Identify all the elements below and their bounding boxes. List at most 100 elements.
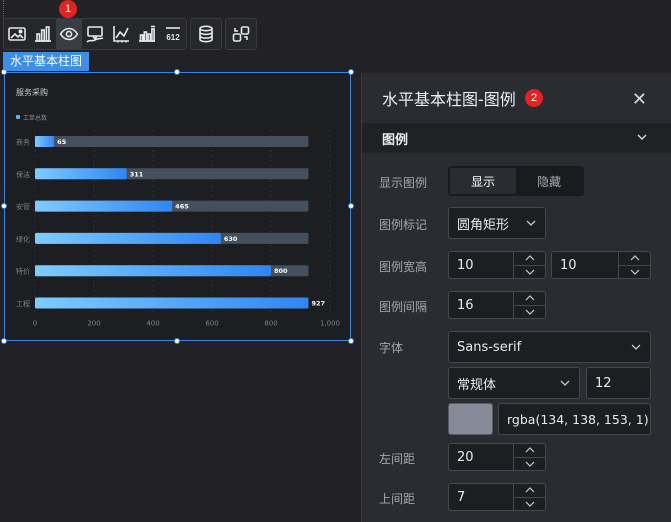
top-margin-stepper bbox=[513, 484, 545, 510]
bar bbox=[35, 297, 309, 309]
close-icon[interactable]: ✕ bbox=[632, 89, 647, 110]
show-legend-label: 显示图例 bbox=[379, 176, 428, 190]
chevron-down-icon[interactable] bbox=[514, 306, 545, 319]
bar bbox=[35, 168, 127, 180]
resize-handle-r[interactable] bbox=[348, 203, 354, 209]
chevron-down-icon bbox=[637, 134, 647, 140]
number-format-icon[interactable]: 612 bbox=[160, 19, 186, 49]
font-family-select[interactable]: Sans-serif bbox=[448, 331, 651, 363]
bar bbox=[35, 136, 55, 147]
legend-height-value: 10 bbox=[560, 257, 577, 273]
toolbar-group-interaction bbox=[225, 18, 257, 50]
chevron-down-icon bbox=[631, 344, 641, 350]
eye-icon[interactable] bbox=[56, 19, 82, 49]
resize-handle-l[interactable] bbox=[1, 203, 7, 209]
number-icon-text: 612 bbox=[166, 33, 180, 42]
chevron-up-icon[interactable] bbox=[514, 484, 545, 498]
legend-height-stepper bbox=[618, 252, 650, 278]
font-color-input[interactable]: rgba(134, 138, 153, 1) bbox=[498, 403, 651, 435]
axis-icon[interactable] bbox=[108, 19, 134, 49]
legend-height-input[interactable]: 10 bbox=[551, 251, 651, 279]
data-label-icon[interactable] bbox=[134, 19, 160, 49]
bar bbox=[35, 265, 271, 277]
resize-handle-t[interactable] bbox=[174, 69, 180, 75]
legend-size-label: 图例宽高 bbox=[379, 260, 428, 274]
chevron-down-icon[interactable] bbox=[619, 266, 650, 279]
toolbar-group-main: 612 bbox=[3, 18, 187, 50]
bar bbox=[35, 232, 221, 244]
left-margin-row: 左间距 20 bbox=[362, 443, 671, 471]
legend-gap-input[interactable]: 16 bbox=[448, 291, 546, 319]
resize-handle-br[interactable] bbox=[348, 338, 354, 344]
left-margin-input[interactable]: 20 bbox=[448, 443, 546, 471]
font-color-value: rgba(134, 138, 153, 1) bbox=[507, 411, 649, 427]
dotted-guide-line bbox=[3, 0, 4, 20]
legend-marker-row: 图例标记 圆角矩形 bbox=[362, 207, 671, 239]
tooltip-icon[interactable] bbox=[82, 19, 108, 49]
database-icon[interactable] bbox=[191, 19, 221, 49]
bar-chart-icon[interactable] bbox=[30, 19, 56, 49]
bar-value-label: 65 bbox=[57, 138, 67, 146]
font-size-value: 12 bbox=[595, 375, 612, 391]
resize-handle-bl[interactable] bbox=[1, 338, 7, 344]
image-icon[interactable] bbox=[4, 19, 30, 49]
bar-track bbox=[35, 136, 309, 147]
component-toolbar: 612 bbox=[3, 18, 257, 50]
chevron-down-icon[interactable] bbox=[514, 498, 545, 511]
bar-value-label: 630 bbox=[224, 235, 238, 243]
bar-value-label: 927 bbox=[311, 300, 325, 308]
legend-settings-panel: 水平基本柱图-图例 2 ✕ 图例 显示图例 显示 隐藏 图例标记 圆角矩形 图例… bbox=[361, 73, 671, 522]
legend-marker-select[interactable]: 圆角矩形 bbox=[448, 207, 546, 239]
legend-section-header[interactable]: 图例 bbox=[362, 123, 671, 153]
font-weight-select[interactable]: 常规体 bbox=[448, 367, 580, 399]
font-color-swatch[interactable] bbox=[448, 403, 493, 435]
step-badge-1: 1 bbox=[59, 0, 77, 18]
chart-widget[interactable]: 服务采购 工单总数 商务 65 保洁 311 安管 465 绿化 630 特价 800 工程 927 … bbox=[4, 72, 351, 341]
y-category-label: 商务 bbox=[16, 138, 30, 147]
resize-handle-tr[interactable] bbox=[348, 69, 354, 75]
legend-width-value: 10 bbox=[457, 257, 474, 273]
chart-bars: 商务 65 保洁 311 安管 465 绿化 630 特价 800 工程 927 bbox=[16, 136, 325, 309]
top-margin-input[interactable]: 7 bbox=[448, 483, 546, 511]
legend-gap-stepper bbox=[513, 292, 545, 318]
legend-marker-value: 圆角矩形 bbox=[457, 217, 510, 233]
left-margin-stepper bbox=[513, 444, 545, 470]
font-family-value: Sans-serif bbox=[457, 339, 522, 355]
legend-gap-row: 图例间隔 16 bbox=[362, 291, 671, 319]
bar-value-label: 311 bbox=[130, 170, 144, 178]
x-tick-label: 0 bbox=[33, 320, 37, 328]
legend-width-input[interactable]: 10 bbox=[448, 251, 546, 279]
hide-option[interactable]: 隐藏 bbox=[516, 168, 582, 194]
chevron-down-icon[interactable] bbox=[514, 458, 545, 471]
chevron-down-icon[interactable] bbox=[514, 266, 545, 279]
chart-grid bbox=[34, 130, 331, 315]
y-category-label: 安管 bbox=[16, 202, 30, 211]
show-option[interactable]: 显示 bbox=[450, 168, 516, 194]
horizontal-bar-chart: 服务采购 工单总数 商务 65保洁 311安管 465绿化 630特价 800工程 927 … bbox=[16, 87, 340, 328]
panel-title: 水平基本柱图-图例 bbox=[382, 90, 516, 109]
y-category-label: 绿化 bbox=[16, 234, 30, 243]
font-weight-value: 常规体 bbox=[457, 377, 497, 393]
chart-x-ticks: 0 200 400 600 800 1,000 bbox=[33, 320, 340, 328]
font-row: 字体 Sans-serif 常规体 12 rgba(134, 138, 153,… bbox=[362, 331, 671, 435]
show-legend-toggle: 显示 隐藏 bbox=[448, 166, 584, 196]
chevron-up-icon[interactable] bbox=[619, 252, 650, 266]
resize-handle-tl[interactable] bbox=[1, 69, 7, 75]
toolbar-group-data bbox=[190, 18, 222, 50]
x-tick-label: 600 bbox=[205, 320, 218, 328]
x-tick-label: 400 bbox=[146, 320, 159, 328]
top-margin-row: 上间距 7 bbox=[362, 483, 671, 511]
legend-marker-label: 图例标记 bbox=[379, 218, 428, 232]
legend-gap-value: 16 bbox=[457, 297, 474, 313]
chevron-up-icon[interactable] bbox=[514, 292, 545, 306]
legend-width-stepper bbox=[513, 252, 545, 278]
font-label: 字体 bbox=[379, 341, 404, 355]
resize-handle-b[interactable] bbox=[174, 338, 180, 344]
interaction-icon[interactable] bbox=[226, 19, 256, 49]
font-size-input[interactable]: 12 bbox=[586, 367, 651, 399]
chevron-up-icon[interactable] bbox=[514, 252, 545, 266]
chevron-up-icon[interactable] bbox=[514, 444, 545, 458]
y-category-label: 特价 bbox=[16, 267, 30, 276]
y-category-label: 保洁 bbox=[16, 170, 30, 179]
y-category-label: 工程 bbox=[16, 299, 30, 308]
